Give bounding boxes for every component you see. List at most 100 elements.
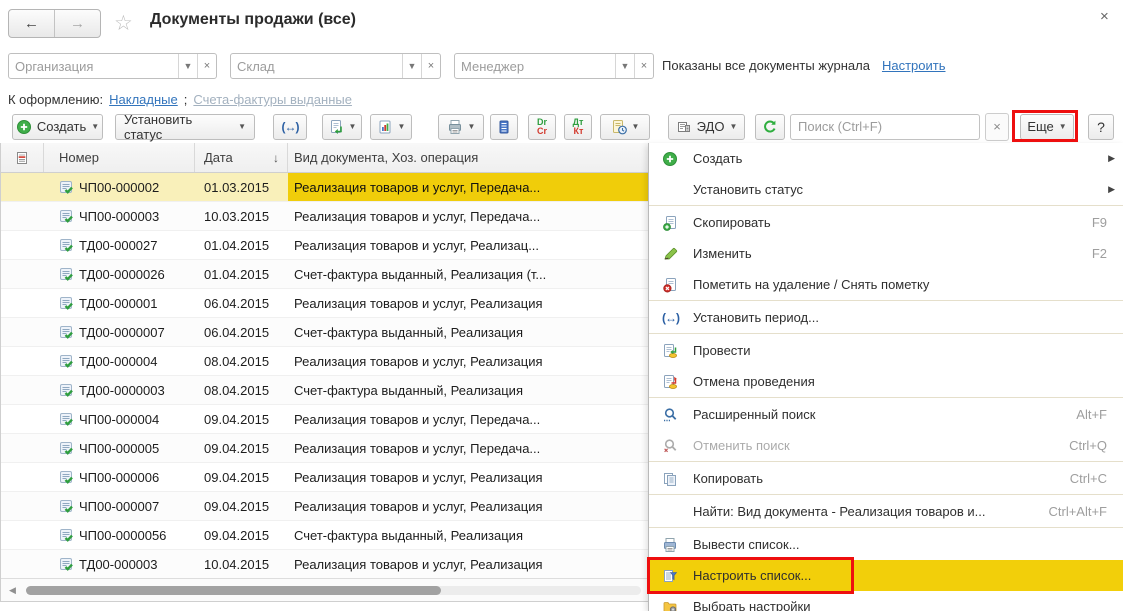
table-row[interactable]: ЧП00-00000509.04.2015Реализация товаров … xyxy=(1,434,648,463)
menu-item-set-period[interactable]: (↔)Установить период... xyxy=(649,302,1123,333)
table-row[interactable]: ЧП00-00000709.04.2015Реализация товаров … xyxy=(1,492,648,521)
menu-item-output-list[interactable]: Вывести список... xyxy=(649,529,1123,560)
menu-separator xyxy=(649,300,1123,301)
document-number-cell: ТД00-0000026 xyxy=(44,260,195,288)
document-number: ЧП00-000006 xyxy=(79,470,159,485)
menu-item-copy-document[interactable]: СкопироватьF9 xyxy=(649,207,1123,238)
clear-icon[interactable]: × xyxy=(634,54,653,78)
document-date-cell: 06.04.2015 xyxy=(195,289,288,317)
favorite-star-icon[interactable]: ☆ xyxy=(114,11,133,36)
menu-item-set-status[interactable]: Установить статус▶ xyxy=(649,174,1123,205)
register-separator: ; xyxy=(184,92,188,107)
menu-item-create[interactable]: Создать▶ xyxy=(649,143,1123,174)
document-number: ТД00-000004 xyxy=(79,354,157,369)
warehouse-input[interactable] xyxy=(231,59,402,74)
document-number-cell: ТД00-000004 xyxy=(44,347,195,375)
add-icon xyxy=(16,119,32,135)
print-button[interactable]: ▼ xyxy=(438,114,484,140)
set-status-button[interactable]: Установить статус ▼ xyxy=(115,114,255,140)
edo-button[interactable]: ЭДО ▼ xyxy=(668,114,745,140)
document-date-cell: 06.04.2015 xyxy=(195,318,288,346)
invoices-link[interactable]: Накладные xyxy=(109,92,178,107)
menu-item-choose-settings[interactable]: Выбрать настройки xyxy=(649,591,1123,611)
clear-icon[interactable]: × xyxy=(197,54,216,78)
table-body: ЧП00-00000201.03.2015Реализация товаров … xyxy=(1,173,648,579)
row-marker-cell xyxy=(1,318,44,346)
register-label: К оформлению: xyxy=(8,92,103,107)
table-row[interactable]: ТД00-000000706.04.2015Счет-фактура выдан… xyxy=(1,318,648,347)
document-type-cell: Реализация товаров и услуг, Реализация xyxy=(288,347,648,375)
horizontal-scrollbar[interactable]: ◀ xyxy=(1,578,648,601)
more-button-label: Еще xyxy=(1027,119,1053,134)
menu-item-shortcut: Ctrl+C xyxy=(1070,471,1123,486)
chevron-down-icon[interactable]: ▼ xyxy=(402,54,421,78)
column-header-type[interactable]: Вид документа, Хоз. операция xyxy=(288,143,648,172)
register-button[interactable] xyxy=(490,114,518,140)
table-row[interactable]: ЧП00-00000310.03.2015Реализация товаров … xyxy=(1,202,648,231)
table-row[interactable]: ТД00-00000106.04.2015Реализация товаров … xyxy=(1,289,648,318)
column-header-number[interactable]: Номер xyxy=(44,143,195,172)
document-number-cell: ЧП00-000003 xyxy=(44,202,195,230)
create-button[interactable]: Создать ▼ xyxy=(12,114,103,140)
column-header-state[interactable] xyxy=(1,143,44,172)
manager-input[interactable] xyxy=(455,59,615,74)
row-marker-cell xyxy=(1,202,44,230)
table-row[interactable]: ЧП00-00000609.04.2015Реализация товаров … xyxy=(1,463,648,492)
menu-item-post[interactable]: Провести xyxy=(649,335,1123,366)
menu-item-cancel-search[interactable]: Отменить поискCtrl+Q xyxy=(649,430,1123,461)
document-number: ЧП00-000005 xyxy=(79,441,159,456)
scroll-left-icon[interactable]: ◀ xyxy=(9,585,16,596)
menu-item-edit[interactable]: ИзменитьF2 xyxy=(649,238,1123,269)
pencil-icon xyxy=(662,246,680,262)
menu-item-copy[interactable]: КопироватьCtrl+C xyxy=(649,463,1123,494)
menu-item-advanced-search[interactable]: Расширенный поискAlt+F xyxy=(649,399,1123,430)
post-document-button[interactable]: ▼ xyxy=(322,114,362,140)
table-row[interactable]: ТД00-000000308.04.2015Счет-фактура выдан… xyxy=(1,376,648,405)
document-number-cell: ТД00-000003 xyxy=(44,550,195,578)
table-row[interactable]: ТД00-00000310.04.2015Реализация товаров … xyxy=(1,550,648,579)
table-row[interactable]: ЧП00-00000409.04.2015Реализация товаров … xyxy=(1,405,648,434)
menu-separator xyxy=(649,461,1123,462)
menu-item-label: Настроить список... xyxy=(693,568,811,583)
configure-journal-link[interactable]: Настроить xyxy=(882,58,946,73)
drcr-button[interactable]: DrCr xyxy=(528,114,556,140)
table-row[interactable]: ТД00-00002701.04.2015Реализация товаров … xyxy=(1,231,648,260)
configure-list-icon xyxy=(662,568,680,584)
menu-item-unpost[interactable]: Отмена проведения xyxy=(649,366,1123,397)
menu-item-label: Отмена проведения xyxy=(693,374,815,389)
document-number: ЧП00-0000056 xyxy=(79,528,166,543)
help-button[interactable]: ? xyxy=(1088,114,1114,140)
invoices-issued-link[interactable]: Счета-фактуры выданные xyxy=(193,92,352,107)
document-posted-icon xyxy=(58,556,74,572)
reports-button[interactable]: ▼ xyxy=(370,114,412,140)
close-icon[interactable]: × xyxy=(1100,8,1109,25)
more-button[interactable]: Еще ▼ xyxy=(1020,114,1074,140)
clear-icon[interactable]: × xyxy=(421,54,440,78)
dtkt-button[interactable]: ДтКт xyxy=(564,114,592,140)
column-header-date[interactable]: Дата↓ xyxy=(195,143,288,172)
forward-button[interactable]: → xyxy=(55,10,100,37)
set-period-button[interactable]: (↔) xyxy=(273,114,307,140)
menu-item-mark-deletion[interactable]: Пометить на удаление / Снять пометку xyxy=(649,269,1123,300)
document-posted-icon xyxy=(58,295,74,311)
menu-item-label: Скопировать xyxy=(693,215,771,230)
create-button-label: Создать xyxy=(37,119,86,134)
document-log-button[interactable]: ▼ xyxy=(600,114,650,140)
clear-search-button[interactable]: × xyxy=(985,113,1009,141)
document-type-cell: Реализация товаров и услуг, Реализац... xyxy=(288,231,648,259)
menu-item-find[interactable]: Найти: Вид документа - Реализация товаро… xyxy=(649,496,1123,527)
scrollbar-thumb[interactable] xyxy=(26,586,441,595)
table-row[interactable]: ТД00-000002601.04.2015Счет-фактура выдан… xyxy=(1,260,648,289)
search-input[interactable] xyxy=(791,115,979,139)
menu-item-configure-list[interactable]: Настроить список... xyxy=(649,560,1123,591)
table-row[interactable]: ЧП00-00000201.03.2015Реализация товаров … xyxy=(1,173,648,202)
table-row[interactable]: ЧП00-000005609.04.2015Счет-фактура выдан… xyxy=(1,521,648,550)
chevron-down-icon[interactable]: ▼ xyxy=(615,54,634,78)
journal-summary: Показаны все документы журналаНастроить xyxy=(662,58,946,73)
chevron-down-icon[interactable]: ▼ xyxy=(178,54,197,78)
choose-settings-icon xyxy=(662,599,680,611)
refresh-button[interactable] xyxy=(755,114,785,140)
back-button[interactable]: ← xyxy=(9,10,55,37)
table-row[interactable]: ТД00-00000408.04.2015Реализация товаров … xyxy=(1,347,648,376)
organization-input[interactable] xyxy=(9,59,178,74)
